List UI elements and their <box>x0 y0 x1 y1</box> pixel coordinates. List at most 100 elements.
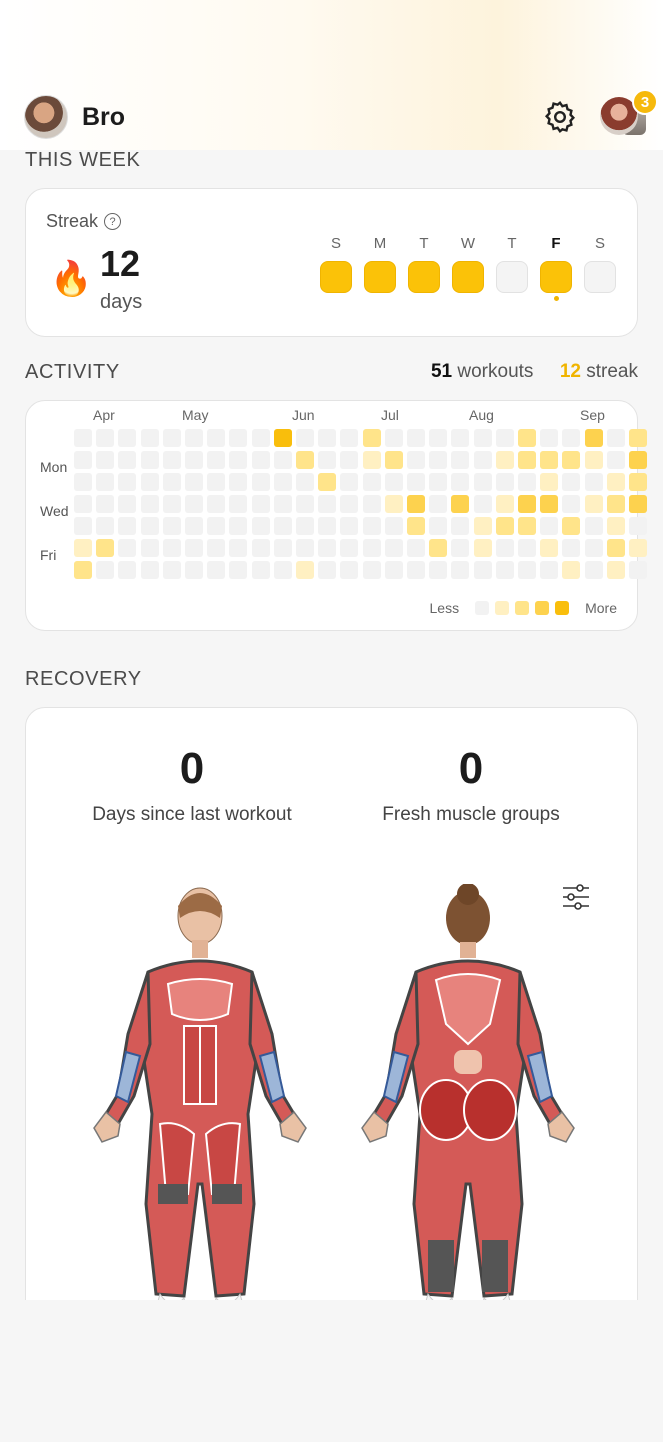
heatmap-cell <box>606 473 625 491</box>
day-empty-box <box>584 261 616 293</box>
activity-card[interactable]: Apr May Jun Jul Aug Sep Mon Wed Fri Less… <box>25 400 647 631</box>
heatmap-cell <box>162 539 181 557</box>
heatmap-cell <box>140 539 159 557</box>
heatmap-cell <box>74 517 92 535</box>
heatmap-cell <box>429 517 448 535</box>
weekday-label: Wed <box>40 503 69 519</box>
heatmap-cell <box>251 451 270 469</box>
heatmap-cell <box>407 473 425 491</box>
heatmap-cell <box>429 473 448 491</box>
friends-avatar-button[interactable]: 3 <box>600 89 658 137</box>
week-day[interactable]: S <box>584 235 616 301</box>
heatmap-cell <box>118 517 137 535</box>
heatmap-cell <box>296 429 314 447</box>
fresh-groups-value: 0 <box>458 744 484 793</box>
month-label: Apr <box>93 407 115 423</box>
day-completed-box <box>408 261 440 293</box>
gear-icon[interactable] <box>542 99 578 135</box>
heatmap-cell <box>584 451 603 469</box>
heatmap-cell <box>562 473 581 491</box>
heatmap-cell <box>229 517 248 535</box>
streak-card[interactable]: Streak ? 🔥 12 days S M T W T F S <box>25 188 638 337</box>
week-day[interactable]: T <box>408 235 440 301</box>
heatmap-cell <box>473 561 492 579</box>
recovery-card[interactable]: 0 Days since last workout 0 Fresh muscle… <box>25 707 638 1387</box>
week-day[interactable]: S <box>320 235 352 301</box>
week-day[interactable]: M <box>364 235 396 301</box>
heatmap-cell <box>473 429 492 447</box>
days-since-stat: 0 Days since last workout <box>52 744 332 826</box>
heatmap-cell <box>140 561 159 579</box>
heatmap-cell <box>251 473 270 491</box>
workouts-label: workouts <box>457 361 534 382</box>
flame-icon: 🔥 <box>50 260 93 298</box>
heatmap-cell <box>318 429 337 447</box>
heatmap-cell <box>273 539 292 557</box>
month-label: Jul <box>381 407 399 423</box>
heatmap-cell <box>74 429 92 447</box>
legend-swatch <box>515 601 530 615</box>
user-avatar[interactable] <box>24 95 68 139</box>
week-day[interactable]: W <box>452 235 484 301</box>
heatmap-cell <box>429 561 448 579</box>
heatmap-cell <box>140 451 159 469</box>
heatmap-cell <box>629 495 647 513</box>
heatmap-cell <box>318 451 337 469</box>
week-day[interactable]: T <box>496 235 528 301</box>
help-icon[interactable]: ? <box>104 213 122 230</box>
heatmap-cell <box>562 451 581 469</box>
heatmap-cell <box>473 517 492 535</box>
back-body-muscle-map[interactable] <box>358 884 578 1324</box>
streak-label: Streak <box>46 211 99 231</box>
days-since-value: 0 <box>179 744 205 793</box>
heatmap-cell <box>562 539 581 557</box>
week-day[interactable]: F <box>540 235 572 301</box>
heatmap-cell <box>362 473 381 491</box>
heatmap-cell <box>540 495 559 513</box>
activity-title: ACTIVITY <box>25 361 120 383</box>
heatmap-cell <box>140 429 159 447</box>
days-since-label: Days since last workout <box>92 804 292 825</box>
heatmap-cell <box>273 473 292 491</box>
heatmap-cell <box>318 517 337 535</box>
heatmap-cell <box>407 517 425 535</box>
heatmap-cell <box>606 517 625 535</box>
heatmap-cell <box>584 473 603 491</box>
heatmap-cell <box>96 495 115 513</box>
heatmap-cell <box>207 429 226 447</box>
streak-label-row: Streak ? <box>46 211 122 232</box>
fresh-groups-stat: 0 Fresh muscle groups <box>331 744 611 826</box>
heatmap-cell <box>451 473 470 491</box>
heatmap-cell <box>384 561 403 579</box>
heatmap-cell <box>318 561 337 579</box>
heatmap-cell <box>162 495 181 513</box>
heatmap-cell <box>207 539 226 557</box>
month-label: May <box>182 407 209 423</box>
heatmap-cell <box>495 451 514 469</box>
legend-less: Less <box>429 600 460 616</box>
heatmap-cell <box>518 473 536 491</box>
this-week-title: THIS WEEK <box>25 149 141 171</box>
heatmap-cell <box>606 429 625 447</box>
heatmap-cell <box>74 495 92 513</box>
heatmap-cell <box>118 451 137 469</box>
heatmap-cell <box>118 495 137 513</box>
heatmap-cell <box>140 473 159 491</box>
heatmap-cell <box>207 517 226 535</box>
heatmap-cell <box>207 561 226 579</box>
front-body-muscle-map[interactable] <box>88 884 308 1324</box>
heatmap-cell <box>451 539 470 557</box>
heatmap-cell <box>495 517 514 535</box>
heatmap-cell <box>451 561 470 579</box>
activity-streak-count: 12 <box>559 361 581 382</box>
heatmap-cell <box>185 451 203 469</box>
heatmap-cell <box>518 539 536 557</box>
heatmap-cell <box>407 539 425 557</box>
heatmap-cell <box>140 495 159 513</box>
heatmap-cell <box>451 495 470 513</box>
heatmap-cell <box>429 495 448 513</box>
heatmap-cell <box>229 495 248 513</box>
heatmap-cell <box>96 473 115 491</box>
heatmap-cell <box>562 517 581 535</box>
heatmap-cell <box>207 495 226 513</box>
